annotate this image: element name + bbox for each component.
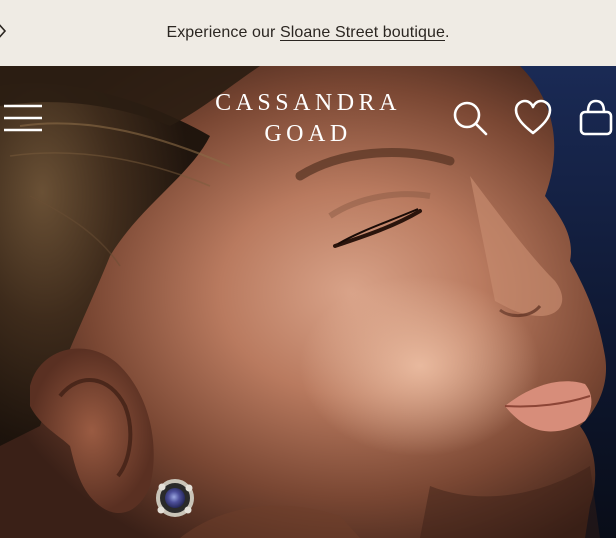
shopping-bag-icon[interactable]	[576, 98, 616, 138]
logo-line-2: GOAD	[264, 121, 352, 147]
close-icon[interactable]	[0, 19, 8, 43]
site-header: CASSANDRA GOAD	[0, 66, 616, 176]
boutique-link[interactable]: Sloane Street boutique	[280, 24, 445, 42]
announcement-bar: Experience our Sloane Street boutique .	[0, 0, 616, 66]
heart-icon[interactable]	[513, 98, 553, 138]
search-icon[interactable]	[450, 98, 490, 138]
page: Experience our Sloane Street boutique .	[0, 0, 616, 538]
announcement-suffix: .	[445, 24, 450, 41]
menu-icon[interactable]	[2, 102, 42, 134]
logo-line-1: CASSANDRA	[215, 90, 401, 116]
brand-logo[interactable]: CASSANDRA GOAD	[188, 88, 428, 150]
announcement-prefix: Experience our	[166, 24, 280, 41]
